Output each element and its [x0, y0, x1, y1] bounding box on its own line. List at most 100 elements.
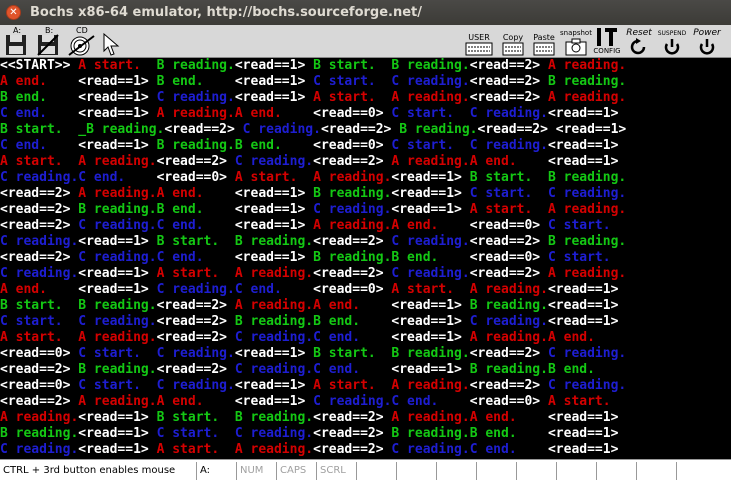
screen-text-segment: A end. [156, 186, 235, 201]
screen-text-segment: C reading. [391, 74, 470, 89]
screen-text-segment: <read==0> [156, 170, 235, 185]
screen-text-segment: A reading. [156, 106, 235, 121]
screen-text-segment: <read==2> [0, 394, 79, 409]
screen-text-segment: A reading. [78, 330, 157, 345]
screen-text-segment: A start. [156, 442, 235, 457]
screen-line: <<START>> A start. B reading.<read==1> B… [0, 58, 720, 74]
screen-text-segment: C reading. [469, 314, 548, 329]
screen-text-segment: A reading. [547, 266, 627, 281]
screen-text-segment: <read==1> [78, 410, 157, 425]
screen-text-segment: C reading. [78, 314, 157, 329]
screen-text-segment: A end. [234, 106, 314, 121]
window-titlebar: ✕ Bochs x86-64 emulator, http://bochs.so… [0, 0, 731, 25]
user-button[interactable]: USER [463, 27, 495, 56]
screen-text-segment: <read==2> [0, 202, 79, 217]
screen-text-segment: <read==1> [391, 186, 470, 201]
mouse-capture-button[interactable] [100, 27, 126, 56]
floppy-b-button[interactable]: B: [35, 26, 61, 56]
screen-text-segment: <read==2> [469, 378, 548, 393]
config-icon [597, 28, 617, 46]
screen-text-segment: B reading. [313, 186, 392, 201]
screen-text-segment: C end. [313, 330, 392, 345]
screen-text-segment: <read==2> [469, 234, 548, 249]
screen-text-segment: C start. [391, 106, 470, 121]
screen-text-segment: <read==2> [0, 218, 79, 233]
screen-text-segment: <read==1> [547, 138, 627, 153]
screen-text-segment: <read==2> [156, 314, 235, 329]
screen-text-segment: <read==1> [234, 378, 314, 393]
status-slot-14 [677, 462, 711, 480]
power-button[interactable]: Power [690, 27, 724, 56]
screen-text-segment: <read==1> [78, 74, 157, 89]
copy-icon [502, 42, 524, 56]
screen-text-segment: <read==1> [78, 266, 157, 281]
status-slot-7 [397, 461, 437, 480]
screen-text-segment: <read==1> [234, 58, 314, 73]
screen-text-segment: <read==2> [313, 154, 392, 169]
screen-text-segment: A start. [391, 282, 470, 297]
screen-line: <read==0> C start. C reading.<read==1> A… [0, 378, 720, 394]
screen-text-segment: <read==0> [469, 250, 548, 265]
screen-text-segment: B start. [313, 58, 392, 73]
screen-text-segment: <read==2> [469, 346, 548, 361]
screen-line: B start. _B reading.<read==2> C reading.… [0, 122, 720, 138]
reset-icon [630, 38, 646, 55]
screen-text-segment: <<START>> [0, 58, 79, 73]
screen-text-segment: B reading. [391, 346, 470, 361]
screen-text-segment: C end. [156, 218, 235, 233]
screen-text-segment: C start. [391, 138, 470, 153]
screen-line: <read==2> B reading.B end. <read==1> C r… [0, 202, 720, 218]
suspend-button[interactable]: SUSPEND [654, 27, 690, 56]
screen-text-segment: <read==1> [547, 282, 627, 297]
screen-text-segment: <read==1> [78, 234, 157, 249]
screen-text-segment: <read==1> [391, 298, 470, 313]
paste-button[interactable]: Paste [530, 27, 558, 56]
snapshot-button[interactable]: snapshot [559, 27, 593, 56]
screen-text-segment: B start. [156, 410, 235, 425]
screen-text-segment: C reading. [156, 282, 235, 297]
floppy-a-button[interactable]: A: [3, 26, 29, 56]
screen-text-segment: <read==1> [391, 202, 470, 217]
screen-text-segment: A reading. [234, 442, 314, 457]
screen-text-segment: A reading. [547, 202, 627, 217]
screen-text-segment: <read==1> [547, 154, 627, 169]
emulator-screen[interactable]: <<START>> A start. B reading.<read==1> B… [0, 58, 720, 458]
screen-text-segment: A end. [547, 330, 627, 345]
screen-line: A start. A reading.<read==2> C reading.<… [0, 154, 720, 170]
screen-text-segment: A reading. [391, 378, 470, 393]
screen-text-segment: C end. [469, 442, 548, 457]
config-label: CONFIG [593, 47, 621, 55]
screen-line: C reading.<read==1> A start. A reading.<… [0, 442, 720, 458]
screen-text-segment: C start. [78, 346, 157, 361]
suspend-label: SUSPEND [657, 30, 687, 37]
cdrom-button[interactable]: CD [66, 26, 100, 56]
copy-button[interactable]: Copy [499, 27, 527, 56]
screen-text-segment: B reading. [234, 314, 314, 329]
snapshot-label: snapshot [560, 29, 592, 37]
status-slot-13 [637, 461, 677, 480]
screen-text-segment: <read==2> [469, 266, 548, 281]
bochs-toolbar: A: B: CD USER Copy Paste snapshot CONFIG… [0, 25, 731, 58]
screen-text-segment: <read==0> [313, 106, 392, 121]
drive-indicator: A: [197, 461, 237, 480]
screen-text-segment: A reading. [313, 218, 392, 233]
screen-text-segment: <read==0> [0, 346, 79, 361]
screen-text-segment: B start. [156, 234, 235, 249]
close-window-button[interactable]: ✕ [6, 5, 21, 20]
screen-text-segment: C end. [0, 138, 79, 153]
config-button[interactable]: CONFIG [593, 27, 621, 56]
screen-text-segment: C start. [0, 314, 79, 329]
screen-line: <read==2> B reading.<read==2> C reading.… [0, 362, 720, 378]
reset-button[interactable]: Reset [624, 27, 654, 56]
screen-text-segment: <read==1> [547, 426, 627, 441]
screen-text-segment: A end. [0, 282, 79, 297]
screen-text-segment: C reading. [234, 362, 314, 377]
screen-text-segment: <read==1> [391, 330, 470, 345]
screen-text-segment: A reading. [234, 266, 314, 281]
screen-text-segment: C start. [156, 426, 235, 441]
screen-text-segment: C reading. [469, 106, 548, 121]
screen-text-segment: C reading. [0, 442, 79, 457]
screen-text-segment: B reading. [234, 410, 314, 425]
screen-text-segment: <read==2> [313, 234, 392, 249]
screen-text-segment: <read==0> [313, 282, 392, 297]
